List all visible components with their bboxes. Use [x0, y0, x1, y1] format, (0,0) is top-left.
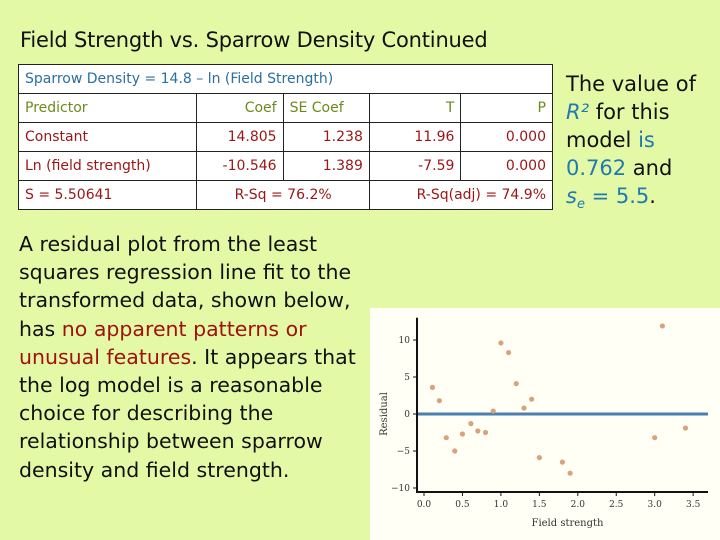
data-point — [443, 435, 449, 441]
data-point — [490, 408, 496, 414]
y-tick-label: −10 — [391, 484, 410, 494]
y-tick-label: 0 — [404, 410, 410, 420]
p-cell: 0.000 — [460, 122, 553, 152]
t-cell: -7.59 — [368, 151, 462, 181]
regression-output-table: Sparrow Density = 14.8 – ln (Field Stren… — [17, 64, 554, 210]
data-point — [482, 429, 489, 436]
coef-cell: 14.805 — [196, 122, 284, 152]
y-tick-label: −5 — [397, 447, 411, 457]
t-cell: 11.96 — [368, 122, 462, 152]
y-tick-label: 10 — [399, 336, 411, 346]
equation-row: Sparrow Density = 14.8 – ln (Field Stren… — [18, 64, 553, 94]
side-note-line-2: R² for this — [566, 98, 696, 126]
data-point — [513, 381, 519, 387]
x-tick-label: 0.0 — [417, 500, 432, 510]
se-value: = 5.5 — [584, 184, 650, 208]
side-note-text: . — [649, 184, 656, 208]
header-row: Predictor Coef SE Coef T P — [17, 93, 553, 123]
table-row: Ln (field strength) -10.546 1.389 -7.59 … — [17, 151, 553, 181]
data-point — [536, 455, 542, 461]
data-point — [567, 470, 573, 476]
predictor-cell: Ln (field strength) — [17, 151, 198, 181]
residual-plot-svg: −10 −5 0 5 10 0.0 0.5 1.0 1.5 2.0 2.5 3.0 3.5 Field s… — [379, 317, 708, 529]
data-point — [459, 431, 466, 437]
p-cell: 0.000 — [460, 151, 553, 181]
regression-equation: Sparrow Density = 14.8 – ln (Field Stren… — [18, 64, 553, 94]
data-point — [682, 425, 689, 431]
header-p: P — [460, 93, 553, 123]
x-tick-label: 3.0 — [648, 500, 663, 510]
side-note-line-5: se = 5.5. — [566, 182, 696, 219]
y-axis-label: Residual — [379, 392, 390, 436]
side-note-text: model — [566, 128, 639, 152]
data-point — [498, 340, 504, 346]
predictor-cell: Constant — [17, 122, 198, 152]
se-subscript: e — [576, 197, 585, 213]
data-point — [659, 323, 665, 329]
table-row: Constant 14.805 1.238 11.96 0.000 — [17, 122, 553, 152]
s-value: S = 5.50641 — [17, 180, 198, 210]
se-label: s — [566, 184, 577, 208]
x-tick-label: 2.0 — [571, 500, 586, 510]
header-predictor: Predictor — [17, 93, 198, 123]
side-note-text: for this — [589, 100, 670, 124]
r-sq-adj-value: R-Sq(adj) = 74.9% — [368, 180, 554, 210]
side-note-line-3: model is — [566, 126, 696, 154]
side-note-text: and — [626, 156, 673, 180]
x-tick-label: 2.5 — [609, 500, 624, 510]
header-t: T — [368, 93, 462, 123]
x-tick-label: 1.0 — [494, 500, 509, 510]
explanation-paragraph: A residual plot from the least squares r… — [19, 230, 364, 484]
y-tick-label: 5 — [404, 373, 410, 383]
coef-cell: -10.546 — [196, 151, 284, 181]
r-sq-value: R-Sq = 76.2% — [196, 180, 370, 210]
se-coef-cell: 1.389 — [282, 151, 370, 181]
x-tick-label: 3.5 — [686, 500, 701, 510]
x-tick-label: 1.5 — [532, 500, 547, 510]
slide-title: Field Strength vs. Sparrow Density Conti… — [20, 28, 488, 52]
data-point — [429, 384, 436, 390]
side-note-line-4: 0.762 and — [566, 154, 696, 182]
header-se-coef: SE Coef — [282, 93, 370, 123]
x-tick-label: 0.5 — [455, 500, 470, 510]
residual-plot: −10 −5 0 5 10 0.0 0.5 1.0 1.5 2.0 2.5 3.0 3.5 Field s… — [370, 308, 720, 540]
se-coef-cell: 1.238 — [282, 122, 370, 152]
data-point — [475, 428, 481, 434]
side-note: The value of R² for this model is 0.762 … — [566, 70, 696, 219]
side-note-text: is — [638, 128, 655, 152]
side-note-line-1: The value of — [566, 70, 696, 98]
data-point — [559, 459, 566, 465]
side-note-text: The value of — [566, 72, 697, 96]
data-point — [436, 398, 442, 404]
r-squared-value: 0.762 — [566, 156, 627, 180]
data-point — [529, 396, 535, 402]
data-point — [652, 435, 658, 441]
x-axis-label: Field strength — [532, 518, 605, 529]
data-point — [521, 405, 527, 411]
header-coef: Coef — [196, 93, 284, 123]
data-point — [468, 421, 474, 427]
summary-row: S = 5.50641 R-Sq = 76.2% R-Sq(adj) = 74.… — [17, 180, 554, 210]
r-squared-label: R² — [566, 100, 590, 124]
data-point — [452, 448, 458, 454]
data-point — [505, 349, 512, 356]
